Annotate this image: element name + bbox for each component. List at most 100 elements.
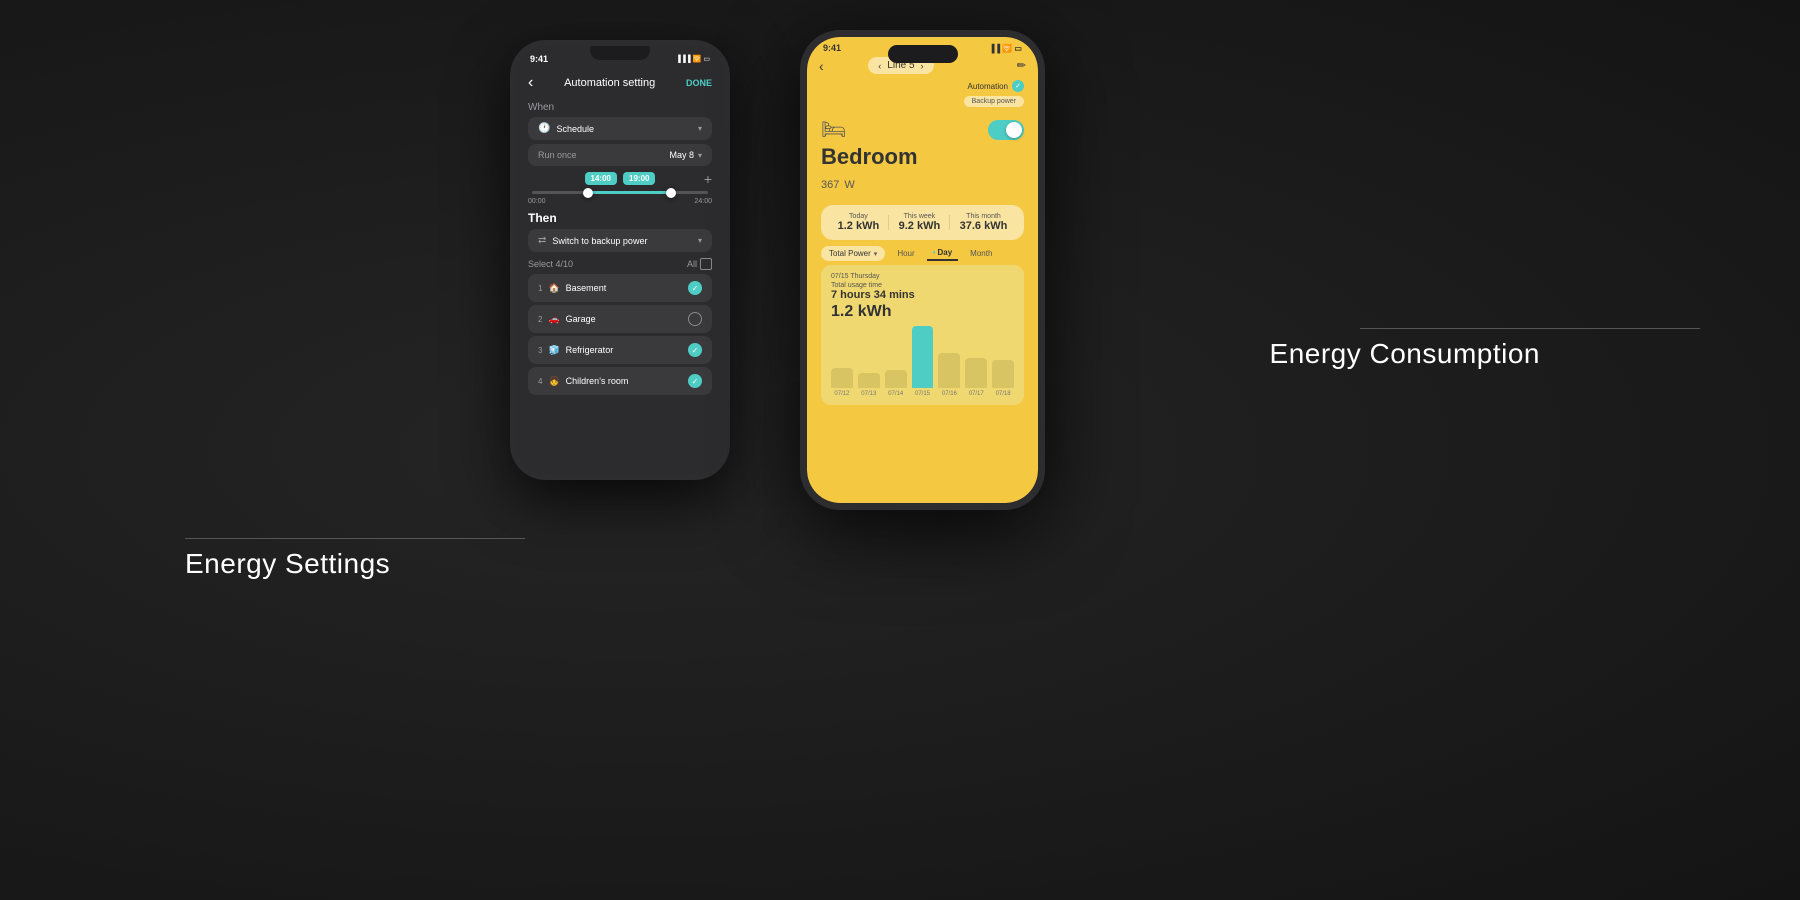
- list-item-left: 2 🚗 Garage: [538, 314, 596, 325]
- item-num-2: 2: [538, 315, 542, 324]
- stat-divider2: [949, 215, 950, 230]
- phone2-status-icons: ▐▐ 🛜 ▭: [989, 44, 1022, 53]
- backup-power-dropdown[interactable]: ⇄ Switch to backup power ▾: [528, 229, 712, 252]
- item-num-3: 3: [538, 346, 542, 355]
- room-header: 🛏: [821, 117, 1024, 142]
- stat-week: This week 9.2 kWh: [899, 213, 941, 232]
- line-prev-arrow[interactable]: ‹: [878, 61, 881, 71]
- schedule-left: 🕐 Schedule: [538, 123, 594, 134]
- slider-fill: [585, 191, 673, 194]
- schedule-dropdown[interactable]: 🕐 Schedule ▾: [528, 117, 712, 140]
- phone2-back-button[interactable]: ‹: [819, 58, 824, 74]
- slider-thumb-right[interactable]: [666, 188, 676, 198]
- back-button[interactable]: ‹: [528, 74, 533, 92]
- room-name: Bedroom: [821, 144, 1024, 170]
- when-label: When: [528, 102, 712, 113]
- time-labels: 00:00 24:00: [528, 198, 712, 205]
- item-check-1: ✓: [688, 281, 702, 295]
- backup-badge-row: Backup power: [807, 96, 1038, 111]
- stat-today-period: Today: [838, 213, 880, 220]
- select-header: Select 4/10 All: [528, 258, 712, 270]
- schedule-text: Schedule: [556, 124, 594, 134]
- list-item-left: 3 🧊 Refrigerator: [538, 345, 613, 356]
- backup-arrow: ▾: [698, 236, 702, 245]
- tab-day[interactable]: •Day: [927, 246, 959, 261]
- bar-date-label: 07/12: [834, 391, 849, 397]
- automation-row: Automation ✓: [807, 76, 1038, 96]
- filter-tab-row: Total Power ▾ Hour •Day Month: [821, 246, 1024, 261]
- list-item[interactable]: 1 🏠 Basement ✓: [528, 274, 712, 302]
- filter-dropdown-arrow: ▾: [874, 250, 878, 258]
- select-all-label: All: [687, 259, 697, 269]
- run-once-row[interactable]: Run once May 8 ▾: [528, 144, 712, 166]
- run-once-text: Run once: [538, 150, 577, 160]
- total-power-dropdown[interactable]: Total Power ▾: [821, 246, 885, 261]
- tab-hour[interactable]: Hour: [891, 247, 920, 260]
- signal-icon: ▐▐▐: [676, 56, 691, 63]
- item-check-3: ✓: [688, 343, 702, 357]
- time-slider[interactable]: [532, 191, 708, 194]
- list-item[interactable]: 4 👧 Children's room ✓: [528, 367, 712, 395]
- basement-icon: 🏠: [548, 283, 559, 294]
- phone1-title: Automation setting: [564, 77, 655, 89]
- bar-chart: 07/1207/1307/1407/1507/1607/1707/18: [831, 327, 1014, 397]
- chart-date: 07/15 Thursday: [831, 273, 1014, 280]
- automation-label: Automation: [968, 82, 1008, 91]
- time-range: 14:00 19:00 + 00:00 24:00: [528, 172, 712, 205]
- toggle-thumb: [1006, 122, 1022, 138]
- item-check-2: [688, 312, 702, 326]
- list-item[interactable]: 3 🧊 Refrigerator ✓: [528, 336, 712, 364]
- item-num-4: 4: [538, 377, 542, 386]
- tab-month[interactable]: Month: [964, 247, 998, 260]
- garage-icon: 🚗: [548, 314, 559, 325]
- bar-column: 07/17: [965, 358, 987, 397]
- select-all-checkbox[interactable]: [700, 258, 712, 270]
- bar-column: 07/15: [912, 326, 934, 397]
- phone1-status-icons: ▐▐▐ 🛜 ▭: [676, 55, 710, 63]
- bar: [912, 326, 934, 388]
- time-end-badge: 19:00: [623, 172, 655, 185]
- automation-check: ✓: [1012, 80, 1024, 92]
- filter-text: Total Power: [829, 249, 871, 258]
- bar-date-label: 07/16: [942, 391, 957, 397]
- bar: [992, 360, 1014, 388]
- edit-button[interactable]: ✏: [1017, 59, 1026, 72]
- stat-divider: [888, 215, 889, 230]
- energy-consumption-label: Energy Consumption: [1270, 338, 1540, 370]
- time-from-label: 00:00: [528, 198, 546, 205]
- stat-month-value: 37.6 kWh: [960, 220, 1008, 232]
- phone1-notch: [590, 46, 650, 60]
- phone1-device: 9:41 ▐▐▐ 🛜 ▭ ‹ Automation setting DONE W…: [510, 40, 730, 480]
- item-name-3: Refrigerator: [566, 345, 614, 355]
- backup-text: Switch to backup power: [552, 236, 647, 246]
- item-name-2: Garage: [566, 314, 596, 324]
- bar-column: 07/12: [831, 368, 853, 397]
- backup-power-badge: Backup power: [964, 96, 1024, 107]
- list-item[interactable]: 2 🚗 Garage: [528, 305, 712, 333]
- bar-date-label: 07/17: [969, 391, 984, 397]
- battery-icon: ▭: [703, 55, 710, 63]
- stat-today-value: 1.2 kWh: [838, 220, 880, 232]
- select-count: Select 4/10: [528, 259, 573, 269]
- item-name-1: Basement: [566, 283, 607, 293]
- done-button[interactable]: DONE: [686, 78, 712, 88]
- bar-column: 07/14: [885, 370, 907, 397]
- bed-icon: 🛏: [821, 117, 846, 142]
- phone2-time: 9:41: [823, 43, 841, 53]
- bar: [965, 358, 987, 388]
- wifi-icon: 🛜: [693, 55, 702, 63]
- stat-today: Today 1.2 kWh: [838, 213, 880, 232]
- add-time-button[interactable]: +: [704, 171, 712, 187]
- room-section: 🛏 Bedroom 367 W: [807, 111, 1038, 199]
- item-check-4: ✓: [688, 374, 702, 388]
- refrigerator-icon: 🧊: [548, 345, 559, 356]
- slider-thumb-left[interactable]: [583, 188, 593, 198]
- may-date: May 8: [669, 150, 694, 160]
- bar-column: 07/18: [992, 360, 1014, 397]
- bar-date-label: 07/18: [996, 391, 1011, 397]
- then-title: Then: [528, 211, 712, 225]
- item-num-1: 1: [538, 284, 542, 293]
- stat-month-period: This month: [960, 213, 1008, 220]
- phone1-header: ‹ Automation setting DONE: [516, 70, 724, 96]
- room-toggle[interactable]: [988, 120, 1024, 140]
